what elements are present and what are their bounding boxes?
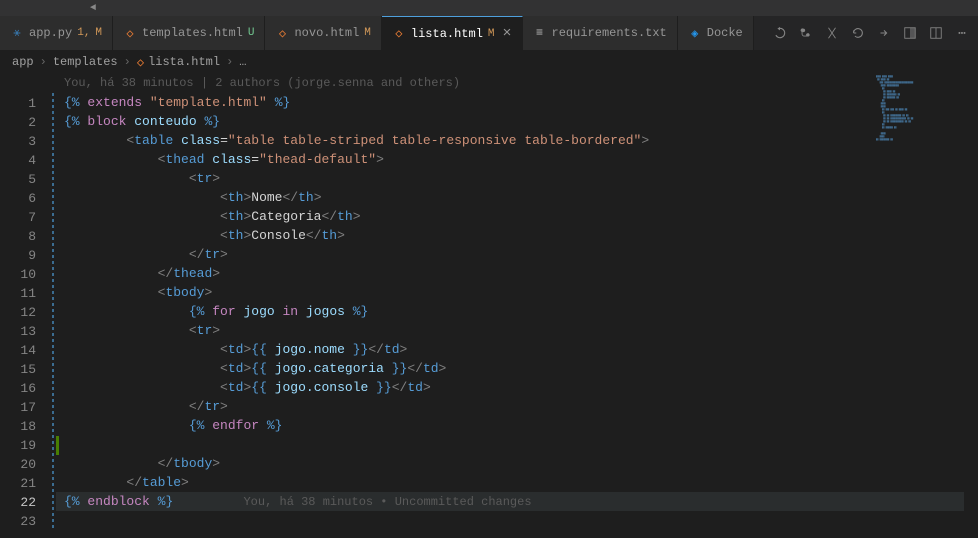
code-line: {% endfor %} — [56, 416, 978, 435]
tab-status: M — [488, 28, 495, 40]
tabs: ⚹ app.py 1, M ◇ templates.html U ◇ novo.… — [0, 16, 764, 50]
code-content[interactable]: You, há 38 minutos | 2 authors (jorge.se… — [56, 73, 978, 538]
tab-status: M — [364, 27, 371, 39]
tab-status-num: 1, — [77, 27, 90, 39]
editor-toolbar: ⋯ — [764, 25, 978, 41]
tab-lista-html[interactable]: ◇ lista.html M × — [382, 16, 523, 50]
editor: 1 2 3 4 5 6 7 8 9 10 11 12 13 14 15 16 1… — [0, 73, 978, 538]
branch-icon[interactable] — [798, 25, 814, 41]
tab-label: app.py — [29, 26, 72, 40]
html-icon: ◇ — [392, 27, 406, 41]
split-icon[interactable] — [928, 25, 944, 41]
tab-status: M — [95, 27, 102, 39]
tab-label: Docke — [707, 26, 743, 40]
diff-icon[interactable] — [824, 25, 840, 41]
breadcrumbs[interactable]: app › templates › ◇ lista.html › … — [0, 51, 978, 73]
breadcrumb-trail[interactable]: … — [239, 55, 246, 69]
line-number-gutter[interactable]: 1 2 3 4 5 6 7 8 9 10 11 12 13 14 15 16 1… — [0, 73, 56, 538]
minimap[interactable]: ████ ████ ████ ██ ████ ██ ███ ██████████… — [874, 73, 964, 173]
tab-docker[interactable]: ◈ Docke — [678, 16, 754, 50]
code-line: </tbody> — [56, 454, 978, 473]
git-blame-annotation: You, há 38 minutos | 2 authors (jorge.se… — [56, 73, 978, 93]
code-line: {% block conteudo %} — [56, 112, 978, 131]
html-icon: ◇ — [137, 55, 144, 70]
tab-templates-html[interactable]: ◇ templates.html U — [113, 16, 265, 50]
preview-icon[interactable] — [902, 25, 918, 41]
tab-requirements-txt[interactable]: ≡ requirements.txt — [523, 16, 678, 50]
code-line: <thead class="thead-default"> — [56, 150, 978, 169]
breadcrumb-item[interactable]: app — [12, 55, 34, 69]
title-bar: ◄ — [0, 0, 978, 16]
breadcrumb-item[interactable]: templates — [53, 55, 118, 69]
python-icon: ⚹ — [10, 26, 24, 40]
tab-label: lista.html — [411, 27, 483, 41]
code-line: <tr> — [56, 169, 978, 188]
tab-label: requirements.txt — [552, 26, 667, 40]
code-line: <td>{{ jogo.nome }}</td> — [56, 340, 978, 359]
code-line: {% for jogo in jogos %} — [56, 302, 978, 321]
close-icon[interactable]: × — [503, 25, 512, 42]
chevron-right-icon: › — [226, 55, 233, 69]
code-line: <th>Console</th> — [56, 226, 978, 245]
breadcrumb-item[interactable]: lista.html — [148, 55, 220, 69]
tab-label: templates.html — [142, 26, 243, 40]
history-icon[interactable] — [772, 25, 788, 41]
code-line — [56, 435, 978, 454]
html-icon: ◇ — [275, 26, 289, 40]
code-line: <tr> — [56, 321, 978, 340]
more-icon[interactable]: ⋯ — [954, 25, 970, 41]
tab-status: U — [248, 27, 255, 39]
docker-icon: ◈ — [688, 26, 702, 40]
tab-app-py[interactable]: ⚹ app.py 1, M — [0, 16, 113, 50]
code-line: <th>Nome</th> — [56, 188, 978, 207]
code-line: </tr> — [56, 397, 978, 416]
chevron-right-icon: › — [124, 55, 131, 69]
back-arrow-icon[interactable]: ◄ — [90, 3, 96, 14]
code-line: {% endblock %} You, há 38 minutos • Unco… — [56, 492, 978, 511]
code-line: </thead> — [56, 264, 978, 283]
code-line — [56, 511, 978, 530]
code-line: <tbody> — [56, 283, 978, 302]
tab-label: novo.html — [294, 26, 359, 40]
code-line: {% extends "template.html" %} — [56, 93, 978, 112]
chevron-right-icon: › — [40, 55, 47, 69]
forward-icon[interactable] — [876, 25, 892, 41]
code-line: <td>{{ jogo.categoria }}</td> — [56, 359, 978, 378]
code-line: <th>Categoria</th> — [56, 207, 978, 226]
code-line: </table> — [56, 473, 978, 492]
html-icon: ◇ — [123, 26, 137, 40]
code-line: </tr> — [56, 245, 978, 264]
tabs-container: ⚹ app.py 1, M ◇ templates.html U ◇ novo.… — [0, 16, 978, 51]
tab-novo-html[interactable]: ◇ novo.html M — [265, 16, 381, 50]
code-line: <td>{{ jogo.console }}</td> — [56, 378, 978, 397]
text-file-icon: ≡ — [533, 26, 547, 40]
vertical-scrollbar[interactable] — [964, 73, 978, 538]
refresh-icon[interactable] — [850, 25, 866, 41]
code-line: <table class="table table-striped table-… — [56, 131, 978, 150]
inline-blame: You, há 38 minutos • Uncommitted changes — [243, 495, 531, 509]
